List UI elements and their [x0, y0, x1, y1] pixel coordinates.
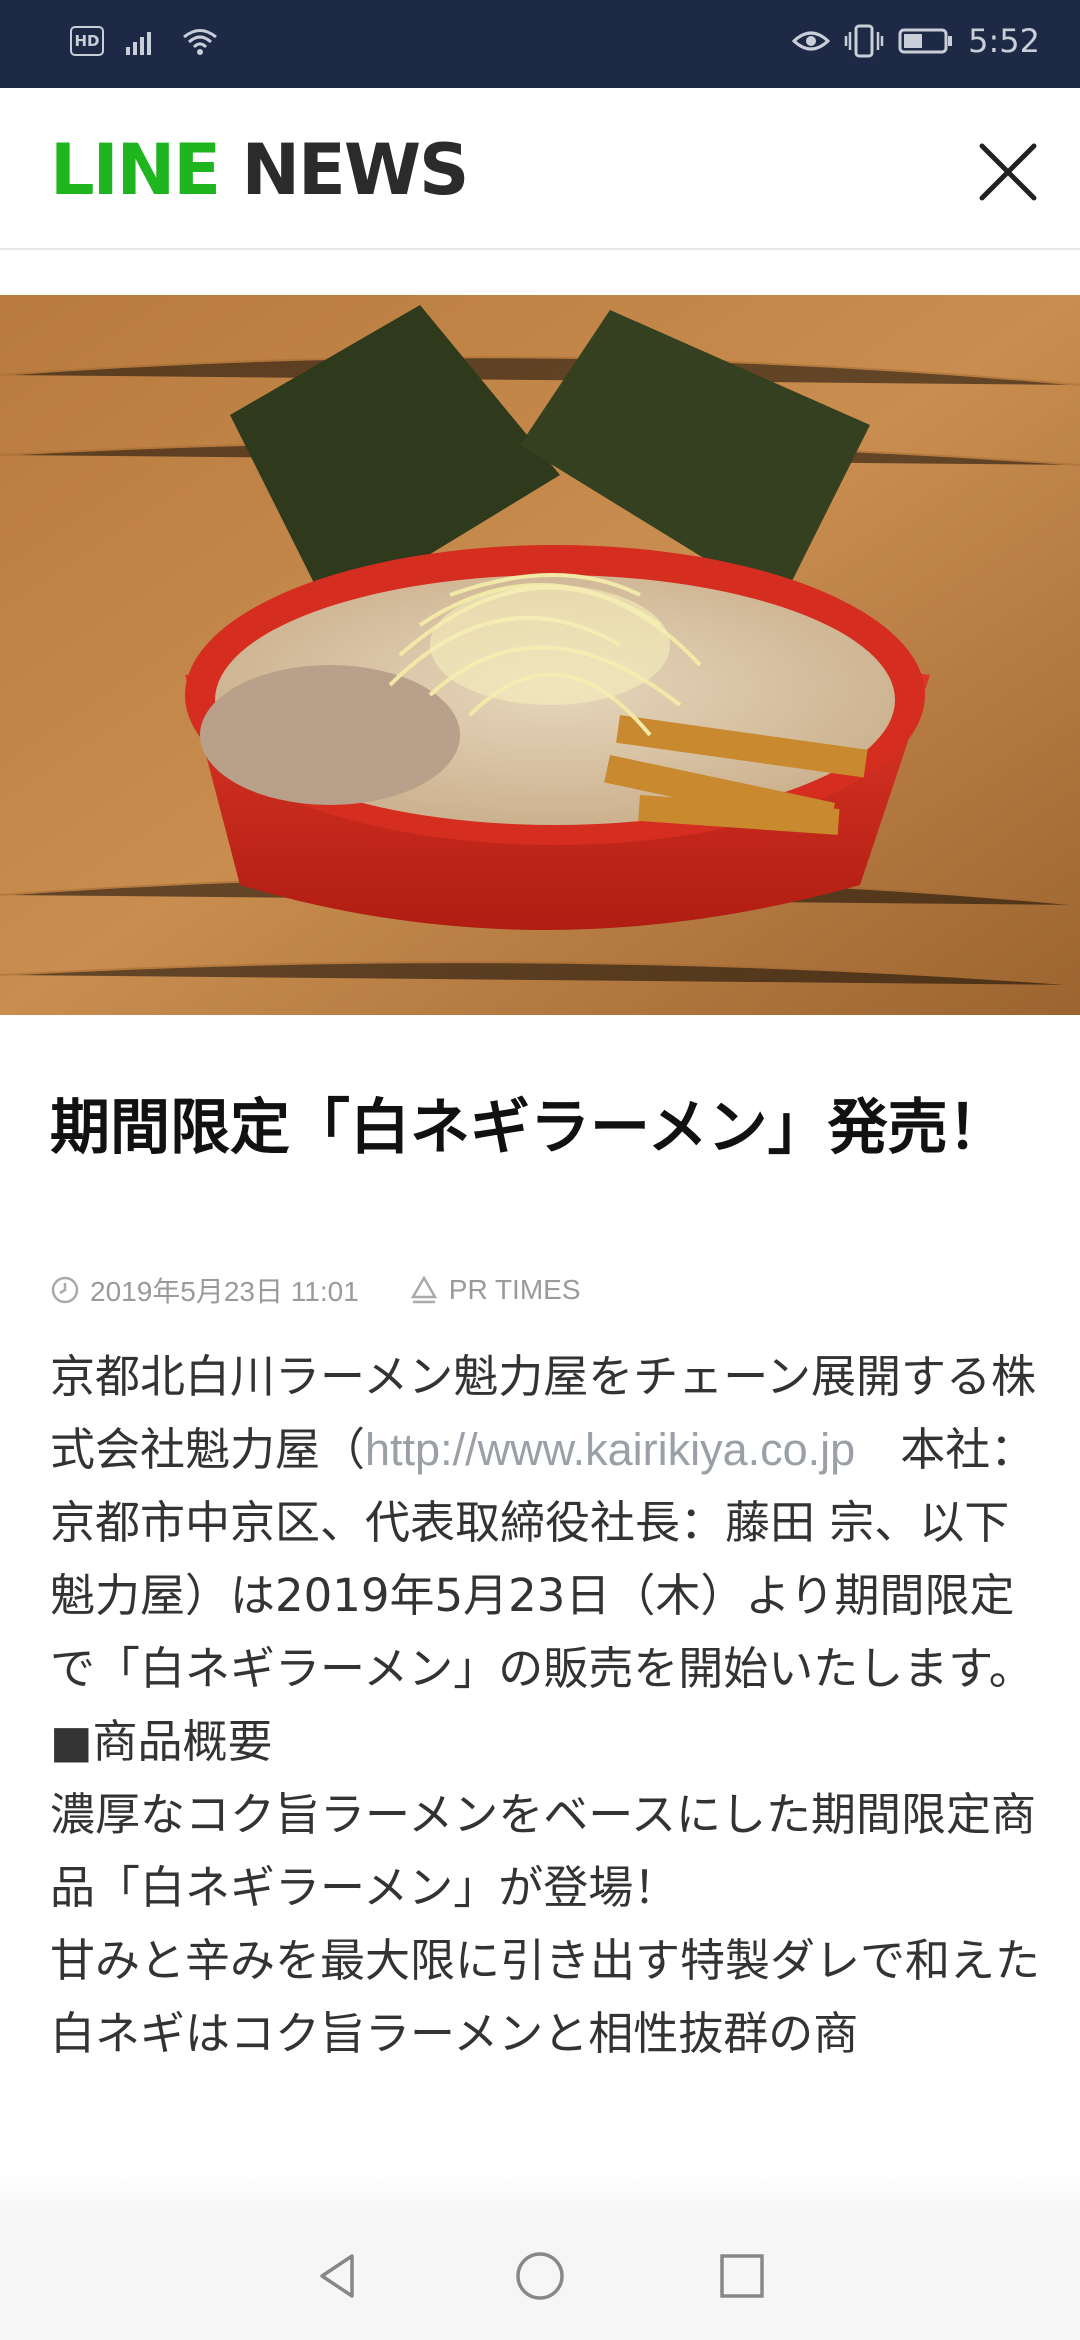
clock-icon [51, 1276, 79, 1304]
app-header: LINE NEWS [0, 88, 1080, 250]
signal-icon [126, 32, 151, 55]
back-button[interactable] [312, 2250, 364, 2306]
article-date: 2019年5月23日 11:01 [50, 1270, 359, 1310]
body-paragraph-3: 甘みと辛みを最大限に引き出す特製ダレで和えた白ネギはコク旨ラーメンと相性抜群の商 [50, 1934, 1041, 2060]
article-hero-image [0, 295, 1080, 1015]
body-paragraph-2: 濃厚なコク旨ラーメンをベースにした期間限定商品「白ネギラーメン」が登場！ [50, 1788, 1036, 1914]
article-title: 期間限定「白ネギラーメン」発売！ [50, 1093, 1008, 1163]
status-bar: HD 5:52 [0, 0, 1080, 88]
home-button[interactable] [514, 2250, 566, 2306]
battery-icon [898, 28, 953, 54]
close-icon [979, 143, 1037, 201]
bottom-fade [0, 2170, 1080, 2215]
article-source[interactable]: PR TIMES [409, 1274, 581, 1306]
close-button[interactable] [972, 136, 1044, 208]
recents-button[interactable] [716, 2250, 768, 2306]
logo-news-text: NEWS [241, 129, 469, 211]
eye-icon [792, 31, 831, 51]
article-body: 京都北白川ラーメン魁力屋をチェーン展開する株式会社魁力屋（http://www.… [50, 1340, 1040, 2070]
back-icon [320, 2253, 354, 2298]
company-link[interactable]: http://www.kairikiya.co.jp [365, 1424, 855, 1475]
system-nav-bar [0, 2215, 1080, 2340]
status-left: HD [70, 26, 218, 56]
status-right: 5:52 [792, 22, 1040, 60]
source-icon [410, 1275, 437, 1304]
article-meta: 2019年5月23日 11:01 PR TIMES [50, 1270, 631, 1310]
hd-badge: HD [70, 26, 104, 56]
recents-icon [720, 2253, 764, 2298]
body-paragraph-1: 京都北白川ラーメン魁力屋をチェーン展開する株式会社魁力屋（http://www.… [50, 1340, 1040, 1705]
logo-line-text: LINE [50, 129, 221, 211]
wifi-icon [183, 29, 217, 55]
vibrate-icon [844, 24, 884, 58]
home-icon [516, 2251, 564, 2300]
clock: 5:52 [968, 22, 1040, 60]
article-date-text: 2019年5月23日 11:01 [90, 1276, 359, 1307]
article-source-text: PR TIMES [448, 1274, 581, 1305]
line-news-logo: LINE NEWS [50, 129, 469, 211]
section-heading: ■商品概要 [50, 1715, 273, 1768]
